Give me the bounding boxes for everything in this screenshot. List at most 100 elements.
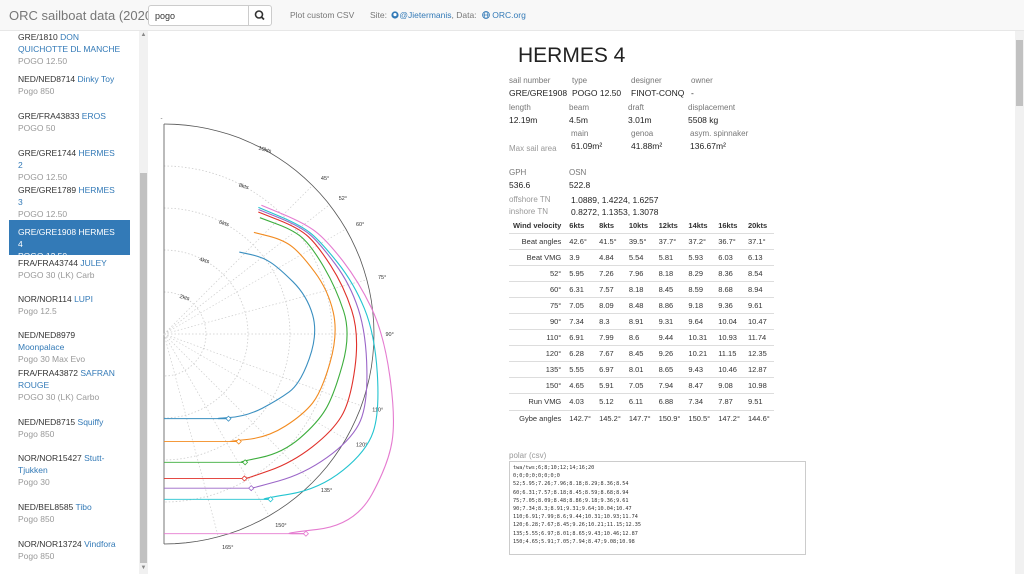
table-cell: 8.36 [714, 264, 744, 282]
site-author-link[interactable]: @Jietermanis [399, 10, 451, 20]
boat-list-item[interactable]: NED/NED8715 Squiffy Pogo 850 [9, 416, 130, 444]
table-cell: 8.45 [654, 280, 685, 298]
polar-csv-textarea[interactable]: twa/tws;6;8;10;12;14;16;20 0;0;0;0;0;0;0… [509, 461, 806, 555]
table-row: 135° 5.55 6.97 8.01 8.65 9.43 10.46 12.87 [509, 361, 774, 378]
table-cell: 8.01 [624, 361, 655, 378]
table-cell: 3.9 [565, 248, 596, 266]
table-cell: 5.95 [565, 264, 596, 282]
table-cell: 10.98 [743, 377, 774, 394]
boat-list-item[interactable]: FRA/FRA43744 JULEY POGO 30 (LK) Carb [9, 257, 130, 285]
page-scrollbar[interactable] [1015, 31, 1024, 574]
table-cell: 8.29 [684, 264, 715, 282]
table-cell: 9.26 [654, 345, 685, 362]
boat-list-item[interactable]: NED/NED8979 Moonpalace Pogo 30 Max Evo [9, 329, 130, 365]
boat-name-link[interactable]: Moonpalace [18, 342, 64, 352]
boat-list-item[interactable]: NOR/NOR13724 Vindfora Pogo 850 [9, 538, 130, 566]
table-cell: 5.55 [565, 361, 596, 378]
boat-name-link[interactable]: Dinky Toy [78, 74, 115, 84]
ring-label: 8kts [238, 183, 250, 192]
scroll-up-arrow-icon[interactable]: ▲ [140, 31, 147, 40]
boat-type: POGO 30 (LK) Carbo [18, 392, 100, 402]
boat-list-item[interactable]: GRE/1810 DON QUICHOTTE DL MANCHE POGO 12.… [9, 31, 130, 67]
boat-name-link[interactable]: Vindfora [84, 539, 116, 549]
boat-list-item[interactable]: NOR/NOR114 LUPI Pogo 12.5 [9, 293, 130, 321]
displacement-label: displacement [688, 103, 736, 112]
table-cell: 8.09 [595, 296, 625, 314]
polar-angle-line [163, 279, 367, 335]
site-prefix: Site: [370, 10, 388, 20]
ring-label: 2kts [179, 294, 191, 303]
boat-title: HERMES 4 [518, 44, 626, 67]
table-cell: 8.68 [714, 280, 744, 298]
table-cell: 150.9° [654, 409, 685, 427]
table-cell: 10.93 [714, 329, 744, 346]
search-input[interactable] [148, 5, 249, 26]
boat-sail-number: NED/BEL8585 [18, 502, 76, 512]
spinnaker-label: asym. spinnaker [690, 129, 749, 138]
boat-type: Pogo 850 [18, 551, 55, 561]
boat-list-item[interactable]: NED/BEL8585 Tibo Pogo 850 [9, 501, 130, 529]
table-row: Beat VMG 3.9 4.84 5.54 5.81 5.93 6.03 6.13 [509, 248, 774, 266]
table-cell: 7.96 [624, 264, 655, 282]
boat-list-item[interactable]: GRE/GRE1908 HERMES 4 POGO 12.50 [9, 220, 130, 261]
table-cell: 4.65 [565, 377, 596, 394]
boat-list-item[interactable]: GRE/GRE1744 HERMES 2 POGO 12.50 [9, 147, 130, 182]
gybe-angle-marker [302, 530, 309, 537]
boat-sail-number: NOR/NOR15427 [18, 453, 85, 463]
boat-list-item[interactable]: GRE/GRE1789 HERMES 3 POGO 12.50 [9, 184, 130, 219]
boat-list-item[interactable]: NED/NED8714 Dinky Toy Pogo 850 [9, 73, 130, 101]
table-row: 150° 4.65 5.91 7.05 7.94 8.47 9.08 10.98 [509, 377, 774, 394]
boat-list-item[interactable]: NOR/NOR15427 Stutt-Tjukken Pogo 30 [9, 452, 130, 492]
inshore-label: inshore TN [509, 207, 548, 216]
boat-type: Pogo 850 [18, 86, 55, 96]
page-scroll-thumb[interactable] [1016, 40, 1023, 106]
table-cell: 7.87 [714, 393, 744, 411]
polar-angle-line [163, 333, 347, 440]
table-cell: 9.51 [743, 393, 774, 411]
spinnaker-value: 136.67m² [690, 141, 726, 151]
angle-label: 75° [378, 275, 386, 281]
type-value: POGO 12.50 [572, 88, 622, 98]
table-cell: 9.18 [684, 296, 715, 314]
search-icon [254, 10, 265, 21]
table-cell: 9.36 [714, 296, 744, 314]
boat-name-link[interactable]: JULEY [80, 258, 106, 268]
orc-link[interactable]: ORC.org [492, 10, 526, 20]
boat-sail-number: FRA/FRA43744 [18, 258, 81, 268]
search-button[interactable] [248, 5, 272, 26]
boat-type: Pogo 30 [18, 477, 50, 487]
table-cell: 8.91 [624, 312, 655, 330]
table-cell: 5.54 [624, 248, 655, 266]
row-label: 60° [509, 280, 566, 298]
boat-name-link[interactable]: Squiffy [78, 417, 104, 427]
boat-list-item[interactable]: GRE/FRA43833 EROS POGO 50 [9, 110, 130, 138]
table-cell: 8.94 [743, 280, 774, 298]
table-cell: 36.7° [714, 232, 744, 250]
table-cell: 8.45 [624, 345, 655, 362]
gph-label: GPH [509, 168, 527, 177]
boat-sail-number: GRE/GRE1908 [18, 227, 79, 237]
table-cell: 8.86 [654, 296, 685, 314]
boat-list-item[interactable]: FRA/FRA43872 SAFRAN ROUGE POGO 30 (LK) Ca… [9, 367, 130, 407]
boat-type: POGO 30 (LK) Carb [18, 270, 95, 280]
brand-title[interactable]: ORC sailboat data (2020) [9, 8, 156, 23]
table-header-row: Wind velocity 6kts 8kts 10kts 12kts 14kts 16kt… [509, 218, 774, 234]
table-cell: 5.91 [595, 377, 625, 394]
plot-custom-csv-link[interactable]: Plot custom CSV [290, 10, 354, 20]
row-label: 120° [509, 345, 566, 362]
polar-diagram: 2kts4kts6kts8kts10kts045°52°60°75°90°110… [160, 118, 394, 551]
scroll-down-arrow-icon[interactable]: ▼ [140, 564, 147, 573]
boat-name-link[interactable]: Tibo [76, 502, 92, 512]
table-header-cell: 14kts [684, 218, 715, 234]
angle-label: 45° [321, 176, 329, 182]
length-label: length [509, 103, 531, 112]
boat-name-link[interactable]: EROS [82, 111, 106, 121]
boat-type: Pogo 850 [18, 514, 55, 524]
boat-name-link[interactable]: LUPI [74, 294, 93, 304]
boat-sail-number: FRA/FRA43872 [18, 368, 81, 378]
boat-type: Pogo 850 [18, 429, 55, 439]
ring-label: 6kts [218, 220, 230, 229]
row-label: Beat angles [509, 232, 566, 250]
sidebar-scroll-thumb[interactable] [140, 173, 147, 563]
table-cell: 6.03 [714, 248, 744, 266]
